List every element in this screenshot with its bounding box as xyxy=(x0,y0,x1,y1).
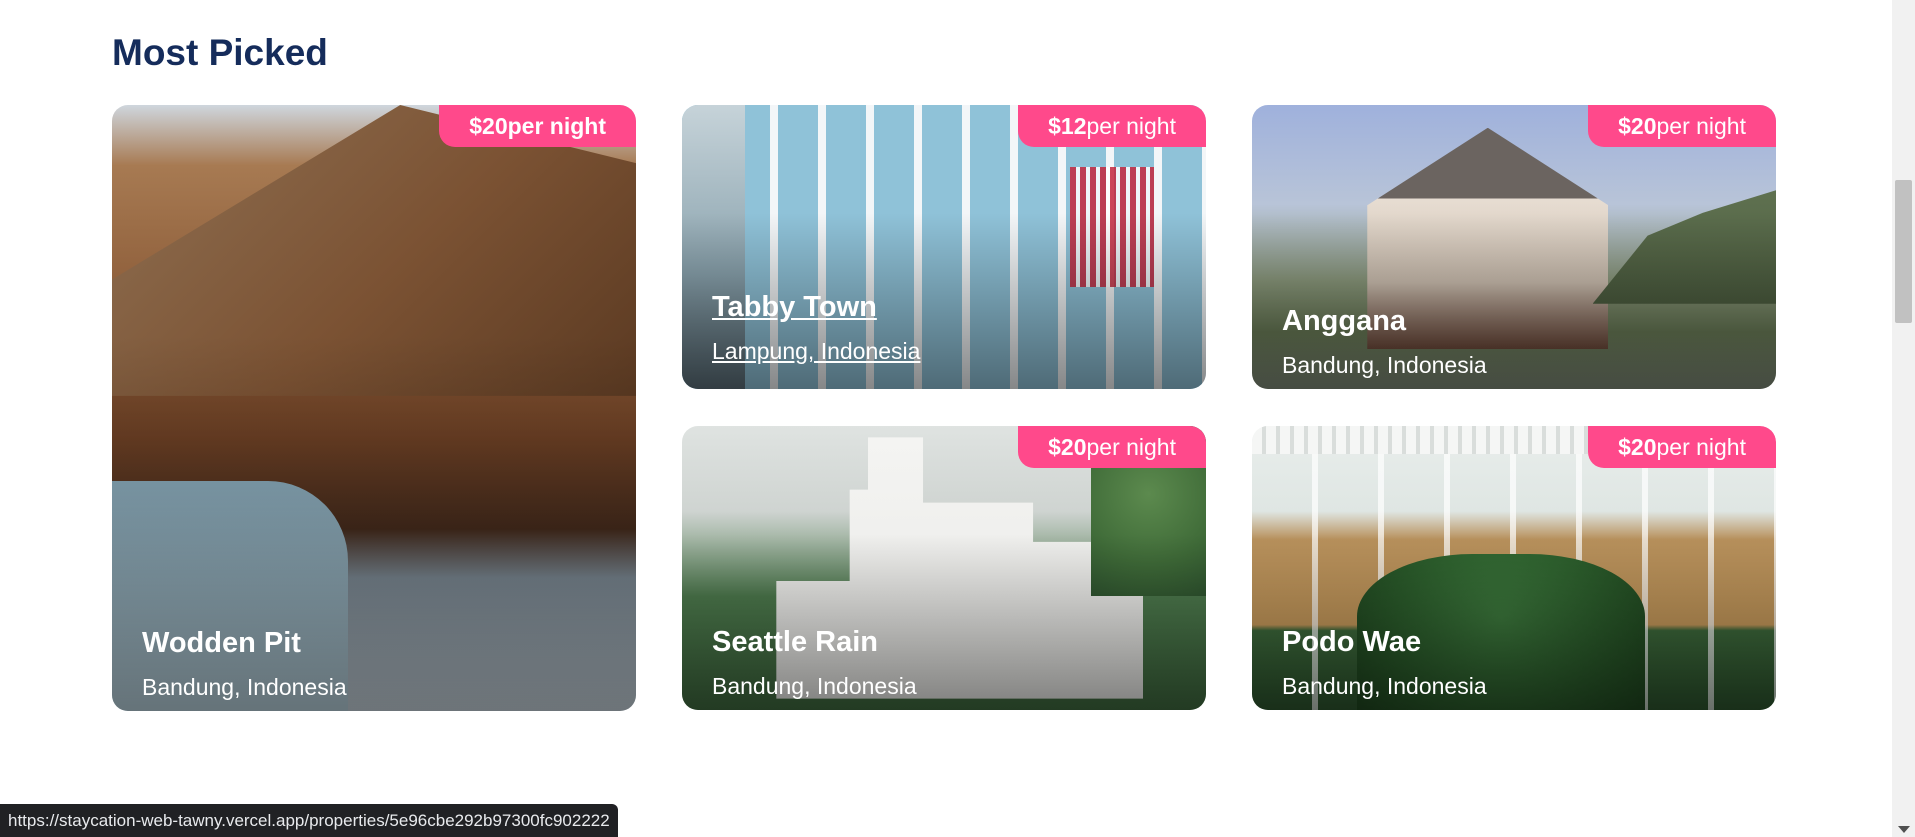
property-name: Tabby Town xyxy=(712,291,877,323)
scrollbar-thumb[interactable] xyxy=(1895,180,1912,323)
property-info: Podo Wae Bandung, Indonesia xyxy=(1282,626,1487,700)
price-badge: $20 per night xyxy=(1018,426,1206,468)
property-card-podo-wae[interactable]: $20 per night Podo Wae Bandung, Indonesia xyxy=(1252,426,1776,710)
status-url: https://staycation-web-tawny.vercel.app/… xyxy=(8,810,610,830)
property-info: Tabby Town Lampung, Indonesia xyxy=(712,291,920,365)
browser-status-bar: https://staycation-web-tawny.vercel.app/… xyxy=(0,804,618,837)
scroll-down-arrow-icon[interactable] xyxy=(1898,826,1910,833)
property-name: Podo Wae xyxy=(1282,626,1422,658)
property-card-seattle-rain[interactable]: $20 per night Seattle Rain Bandung, Indon… xyxy=(682,426,1206,710)
property-info: Seattle Rain Bandung, Indonesia xyxy=(712,626,917,700)
property-card-tabby-town[interactable]: $12 per night Tabby Town Lampung, Indones… xyxy=(682,105,1206,389)
price-badge: $20 per night xyxy=(1588,426,1776,468)
section-title: Most Picked xyxy=(112,32,328,73)
price-badge: $12 per night xyxy=(1018,105,1206,147)
property-card-anggana[interactable]: $20 per night Anggana Bandung, Indonesia xyxy=(1252,105,1776,389)
property-location: Lampung, Indonesia xyxy=(712,338,921,364)
price-badge: $20 per night xyxy=(1588,105,1776,147)
price-badge: $20 per night xyxy=(439,105,636,147)
property-info: Wodden Pit Bandung, Indonesia xyxy=(142,627,347,701)
page-scrollbar[interactable] xyxy=(1892,0,1915,837)
property-info: Anggana Bandung, Indonesia xyxy=(1282,305,1487,379)
property-location: Bandung, Indonesia xyxy=(1282,352,1487,378)
property-location: Bandung, Indonesia xyxy=(1282,673,1487,699)
property-card-wodden-pit[interactable]: $20 per night Wodden Pit Bandung, Indones… xyxy=(112,105,636,711)
property-name: Seattle Rain xyxy=(712,626,878,658)
property-name: Anggana xyxy=(1282,305,1407,337)
property-name: Wodden Pit xyxy=(142,627,301,659)
property-location: Bandung, Indonesia xyxy=(142,674,347,700)
property-location: Bandung, Indonesia xyxy=(712,673,917,699)
